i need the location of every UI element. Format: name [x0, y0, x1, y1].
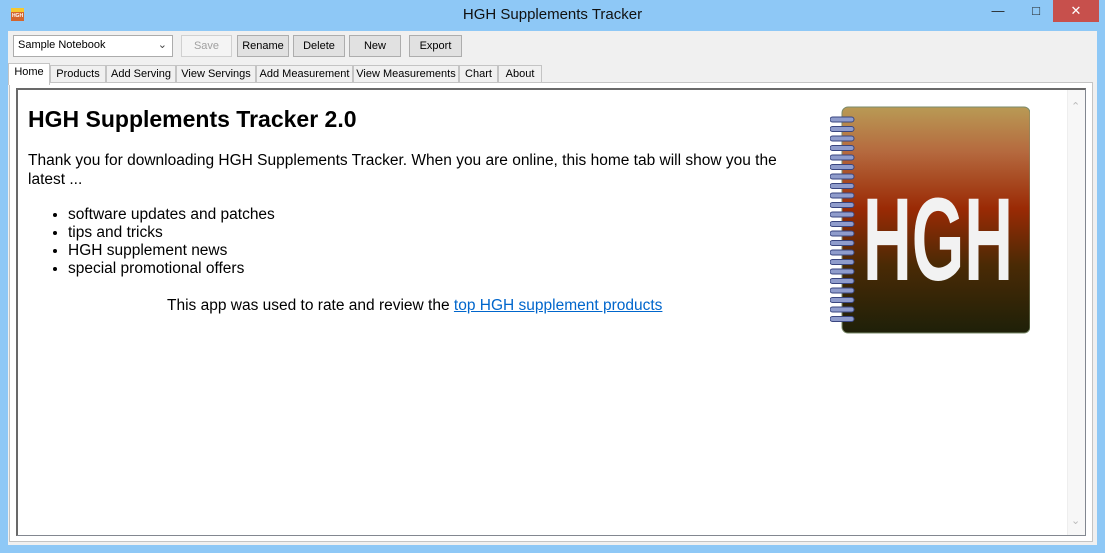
page-title: HGH Supplements Tracker 2.0: [28, 106, 357, 132]
save-button[interactable]: Save: [181, 35, 232, 57]
spiral-ring: [830, 259, 855, 265]
notebook-select[interactable]: Sample Notebook ⌄: [13, 35, 173, 57]
svg-text:HGH: HGH: [863, 174, 1013, 306]
close-button[interactable]: ✕: [1053, 0, 1099, 22]
spiral-ring: [830, 211, 855, 218]
intro-text: Thank you for downloading HGH Supplement…: [28, 152, 777, 188]
maximize-button[interactable]: □: [1021, 0, 1051, 22]
top-products-link[interactable]: top HGH supplement products: [454, 297, 663, 314]
spiral-ring: [830, 230, 855, 237]
spiral-ring: [830, 221, 855, 227]
scroll-down-icon[interactable]: ⌄: [1071, 514, 1080, 527]
list-item: HGH supplement news: [68, 242, 275, 260]
spiral-ring: [830, 173, 855, 180]
title-bar: HGH HGH Supplements Tracker — □ ✕: [0, 0, 1105, 30]
list-item: software updates and patches: [68, 206, 275, 224]
export-button[interactable]: Export: [409, 35, 462, 57]
spiral-ring: [830, 306, 855, 313]
spiral-ring: [830, 192, 855, 199]
spiral-ring: [830, 268, 855, 275]
spiral-ring: [830, 240, 855, 246]
chevron-down-icon: ⌄: [157, 39, 167, 51]
spiral-ring: [830, 164, 855, 170]
list-item: special promotional offers: [68, 260, 275, 278]
vertical-scrollbar[interactable]: ⌃ ⌄: [1067, 90, 1085, 535]
hgh-notebook-logo: HGH: [830, 106, 1030, 334]
new-button[interactable]: New: [349, 35, 401, 57]
minimize-button[interactable]: —: [983, 0, 1013, 22]
main-window: Sample Notebook ⌄ Save Rename Delete New …: [8, 31, 1097, 545]
home-tab-panel: HGH Supplements Tracker 2.0 Thank you fo…: [9, 82, 1093, 542]
list-item: tips and tricks: [68, 224, 275, 242]
spiral-ring: [830, 154, 855, 161]
window-title: HGH Supplements Tracker: [462, 6, 643, 23]
feature-list: software updates and patches tips and tr…: [68, 206, 275, 278]
spiral-ring: [830, 297, 855, 303]
promo-text: This app was used to rate and review the: [167, 297, 454, 314]
home-browser-view: HGH Supplements Tracker 2.0 Thank you fo…: [16, 88, 1086, 536]
spiral-ring: [830, 249, 855, 256]
spiral-ring: [830, 202, 855, 208]
spiral-ring: [830, 278, 855, 284]
spiral-ring: [830, 135, 855, 142]
spiral-ring: [830, 126, 855, 132]
spiral-ring: [830, 145, 855, 151]
promo-line: This app was used to rate and review the…: [167, 297, 662, 315]
spiral-ring: [830, 116, 855, 123]
spiral-ring: [830, 183, 855, 189]
tab-home[interactable]: Home: [8, 63, 50, 85]
spiral-ring: [830, 287, 855, 294]
scroll-up-icon[interactable]: ⌃: [1071, 100, 1080, 113]
notebook-select-value: Sample Notebook: [18, 39, 106, 51]
rename-button[interactable]: Rename: [237, 35, 289, 57]
spiral-ring: [830, 316, 855, 322]
delete-button[interactable]: Delete: [293, 35, 345, 57]
